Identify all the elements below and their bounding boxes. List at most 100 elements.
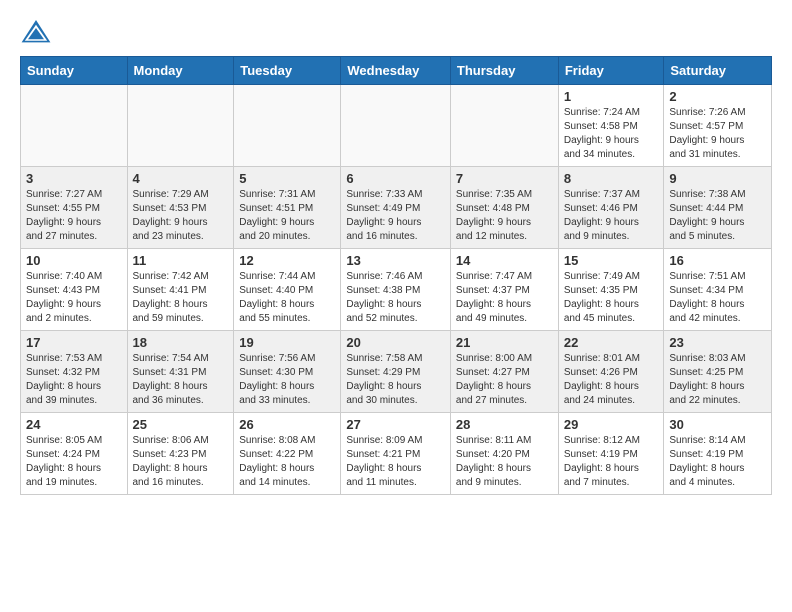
day-cell: 27 Sunrise: 8:09 AM Sunset: 4:21 PM Dayli… (341, 413, 451, 495)
day-cell: 13 Sunrise: 7:46 AM Sunset: 4:38 PM Dayli… (341, 249, 451, 331)
day-info: Sunrise: 7:49 AM Sunset: 4:35 PM Dayligh… (564, 270, 659, 326)
day-cell: 17 Sunrise: 7:53 AM Sunset: 4:32 PM Dayli… (21, 331, 128, 413)
day-number: 15 (564, 253, 659, 268)
day-info: Sunrise: 7:37 AM Sunset: 4:46 PM Dayligh… (564, 188, 659, 244)
day-info: Sunrise: 7:38 AM Sunset: 4:44 PM Dayligh… (669, 188, 766, 244)
day-cell: 15 Sunrise: 7:49 AM Sunset: 4:35 PM Dayli… (558, 249, 664, 331)
weekday-header-wednesday: Wednesday (341, 57, 451, 85)
weekday-header-monday: Monday (127, 57, 234, 85)
day-number: 11 (133, 253, 229, 268)
day-info: Sunrise: 8:12 AM Sunset: 4:19 PM Dayligh… (564, 434, 659, 490)
day-cell: 16 Sunrise: 7:51 AM Sunset: 4:34 PM Dayli… (664, 249, 772, 331)
day-number: 26 (239, 417, 335, 432)
day-number: 24 (26, 417, 122, 432)
day-number: 1 (564, 89, 659, 104)
weekday-header-thursday: Thursday (450, 57, 558, 85)
day-cell (341, 85, 451, 167)
day-info: Sunrise: 7:26 AM Sunset: 4:57 PM Dayligh… (669, 106, 766, 162)
day-info: Sunrise: 8:05 AM Sunset: 4:24 PM Dayligh… (26, 434, 122, 490)
logo (20, 18, 56, 46)
day-number: 18 (133, 335, 229, 350)
day-number: 25 (133, 417, 229, 432)
day-number: 8 (564, 171, 659, 186)
day-cell: 6 Sunrise: 7:33 AM Sunset: 4:49 PM Daylig… (341, 167, 451, 249)
day-info: Sunrise: 8:14 AM Sunset: 4:19 PM Dayligh… (669, 434, 766, 490)
day-info: Sunrise: 7:35 AM Sunset: 4:48 PM Dayligh… (456, 188, 553, 244)
day-info: Sunrise: 7:53 AM Sunset: 4:32 PM Dayligh… (26, 352, 122, 408)
weekday-header-sunday: Sunday (21, 57, 128, 85)
day-info: Sunrise: 7:33 AM Sunset: 4:49 PM Dayligh… (346, 188, 445, 244)
day-cell: 14 Sunrise: 7:47 AM Sunset: 4:37 PM Dayli… (450, 249, 558, 331)
day-cell (450, 85, 558, 167)
day-info: Sunrise: 7:56 AM Sunset: 4:30 PM Dayligh… (239, 352, 335, 408)
day-info: Sunrise: 7:51 AM Sunset: 4:34 PM Dayligh… (669, 270, 766, 326)
day-number: 17 (26, 335, 122, 350)
day-info: Sunrise: 8:09 AM Sunset: 4:21 PM Dayligh… (346, 434, 445, 490)
day-number: 9 (669, 171, 766, 186)
day-cell: 18 Sunrise: 7:54 AM Sunset: 4:31 PM Dayli… (127, 331, 234, 413)
day-number: 28 (456, 417, 553, 432)
day-number: 30 (669, 417, 766, 432)
day-number: 13 (346, 253, 445, 268)
day-number: 29 (564, 417, 659, 432)
day-info: Sunrise: 8:06 AM Sunset: 4:23 PM Dayligh… (133, 434, 229, 490)
day-number: 4 (133, 171, 229, 186)
day-cell (21, 85, 128, 167)
day-number: 20 (346, 335, 445, 350)
day-cell (127, 85, 234, 167)
header (0, 0, 792, 56)
day-number: 23 (669, 335, 766, 350)
day-info: Sunrise: 7:31 AM Sunset: 4:51 PM Dayligh… (239, 188, 335, 244)
day-number: 12 (239, 253, 335, 268)
day-cell: 30 Sunrise: 8:14 AM Sunset: 4:19 PM Dayli… (664, 413, 772, 495)
day-info: Sunrise: 8:08 AM Sunset: 4:22 PM Dayligh… (239, 434, 335, 490)
day-info: Sunrise: 7:46 AM Sunset: 4:38 PM Dayligh… (346, 270, 445, 326)
day-info: Sunrise: 8:03 AM Sunset: 4:25 PM Dayligh… (669, 352, 766, 408)
day-cell: 26 Sunrise: 8:08 AM Sunset: 4:22 PM Dayli… (234, 413, 341, 495)
day-cell: 9 Sunrise: 7:38 AM Sunset: 4:44 PM Daylig… (664, 167, 772, 249)
day-info: Sunrise: 7:58 AM Sunset: 4:29 PM Dayligh… (346, 352, 445, 408)
day-number: 5 (239, 171, 335, 186)
day-info: Sunrise: 8:11 AM Sunset: 4:20 PM Dayligh… (456, 434, 553, 490)
weekday-header-saturday: Saturday (664, 57, 772, 85)
calendar: SundayMondayTuesdayWednesdayThursdayFrid… (20, 56, 772, 495)
day-cell (234, 85, 341, 167)
day-info: Sunrise: 8:01 AM Sunset: 4:26 PM Dayligh… (564, 352, 659, 408)
day-cell: 21 Sunrise: 8:00 AM Sunset: 4:27 PM Dayli… (450, 331, 558, 413)
weekday-header-tuesday: Tuesday (234, 57, 341, 85)
day-cell: 4Sunrise: 7:29 AM Sunset: 4:53 PM Daylig… (127, 167, 234, 249)
day-info: Sunrise: 8:00 AM Sunset: 4:27 PM Dayligh… (456, 352, 553, 408)
day-cell: 25 Sunrise: 8:06 AM Sunset: 4:23 PM Dayli… (127, 413, 234, 495)
day-number: 21 (456, 335, 553, 350)
day-cell: 29 Sunrise: 8:12 AM Sunset: 4:19 PM Dayli… (558, 413, 664, 495)
day-number: 22 (564, 335, 659, 350)
day-cell: 1 Sunrise: 7:24 AM Sunset: 4:58 PM Daylig… (558, 85, 664, 167)
day-number: 14 (456, 253, 553, 268)
day-info: Sunrise: 7:42 AM Sunset: 4:41 PM Dayligh… (133, 270, 229, 326)
day-info: Sunrise: 7:47 AM Sunset: 4:37 PM Dayligh… (456, 270, 553, 326)
day-number: 3 (26, 171, 122, 186)
day-number: 6 (346, 171, 445, 186)
day-number: 27 (346, 417, 445, 432)
day-number: 16 (669, 253, 766, 268)
day-info: Sunrise: 7:24 AM Sunset: 4:58 PM Dayligh… (564, 106, 659, 162)
day-number: 19 (239, 335, 335, 350)
day-number: 10 (26, 253, 122, 268)
weekday-header-friday: Friday (558, 57, 664, 85)
day-cell: 8 Sunrise: 7:37 AM Sunset: 4:46 PM Daylig… (558, 167, 664, 249)
day-cell: 19 Sunrise: 7:56 AM Sunset: 4:30 PM Dayli… (234, 331, 341, 413)
day-cell: 3 Sunrise: 7:27 AM Sunset: 4:55 PM Daylig… (21, 167, 128, 249)
day-cell: 10Sunrise: 7:40 AM Sunset: 4:43 PM Dayli… (21, 249, 128, 331)
day-cell: 2 Sunrise: 7:26 AM Sunset: 4:57 PM Daylig… (664, 85, 772, 167)
day-cell: 23 Sunrise: 8:03 AM Sunset: 4:25 PM Dayli… (664, 331, 772, 413)
day-number: 2 (669, 89, 766, 104)
day-info: Sunrise: 7:27 AM Sunset: 4:55 PM Dayligh… (26, 188, 122, 244)
day-info: Sunrise: 7:44 AM Sunset: 4:40 PM Dayligh… (239, 270, 335, 326)
day-cell: 12 Sunrise: 7:44 AM Sunset: 4:40 PM Dayli… (234, 249, 341, 331)
day-cell: 11 Sunrise: 7:42 AM Sunset: 4:41 PM Dayli… (127, 249, 234, 331)
day-info: Sunrise: 7:54 AM Sunset: 4:31 PM Dayligh… (133, 352, 229, 408)
day-cell: 7 Sunrise: 7:35 AM Sunset: 4:48 PM Daylig… (450, 167, 558, 249)
day-cell: 28 Sunrise: 8:11 AM Sunset: 4:20 PM Dayli… (450, 413, 558, 495)
day-cell: 22 Sunrise: 8:01 AM Sunset: 4:26 PM Dayli… (558, 331, 664, 413)
day-number: 7 (456, 171, 553, 186)
